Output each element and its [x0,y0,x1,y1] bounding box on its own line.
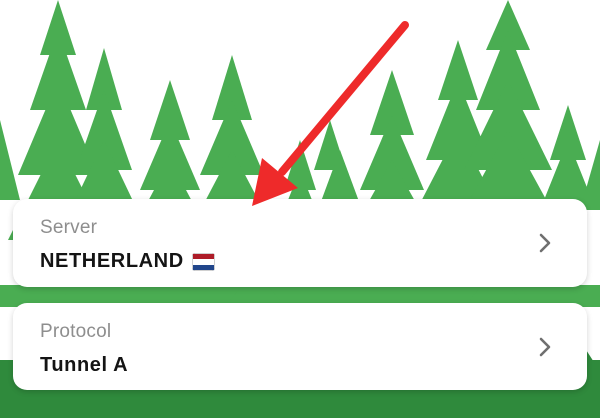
server-value-line: NETHERLAND [40,250,215,273]
netherlands-flag-graphic [191,252,215,271]
server-row[interactable]: Server NETHERLAND [13,199,587,287]
protocol-label: Protocol [40,321,112,342]
server-label: Server [40,217,98,238]
protocol-value-line: Tunnel A [40,354,128,377]
server-value: NETHERLAND [40,250,184,272]
protocol-value: Tunnel A [40,354,129,376]
chevron-right-icon [539,233,551,253]
chevron-right-icon [539,337,551,356]
protocol-row[interactable]: Protocol Tunnel A [13,303,587,390]
netherlands-flag-icon [191,252,215,271]
